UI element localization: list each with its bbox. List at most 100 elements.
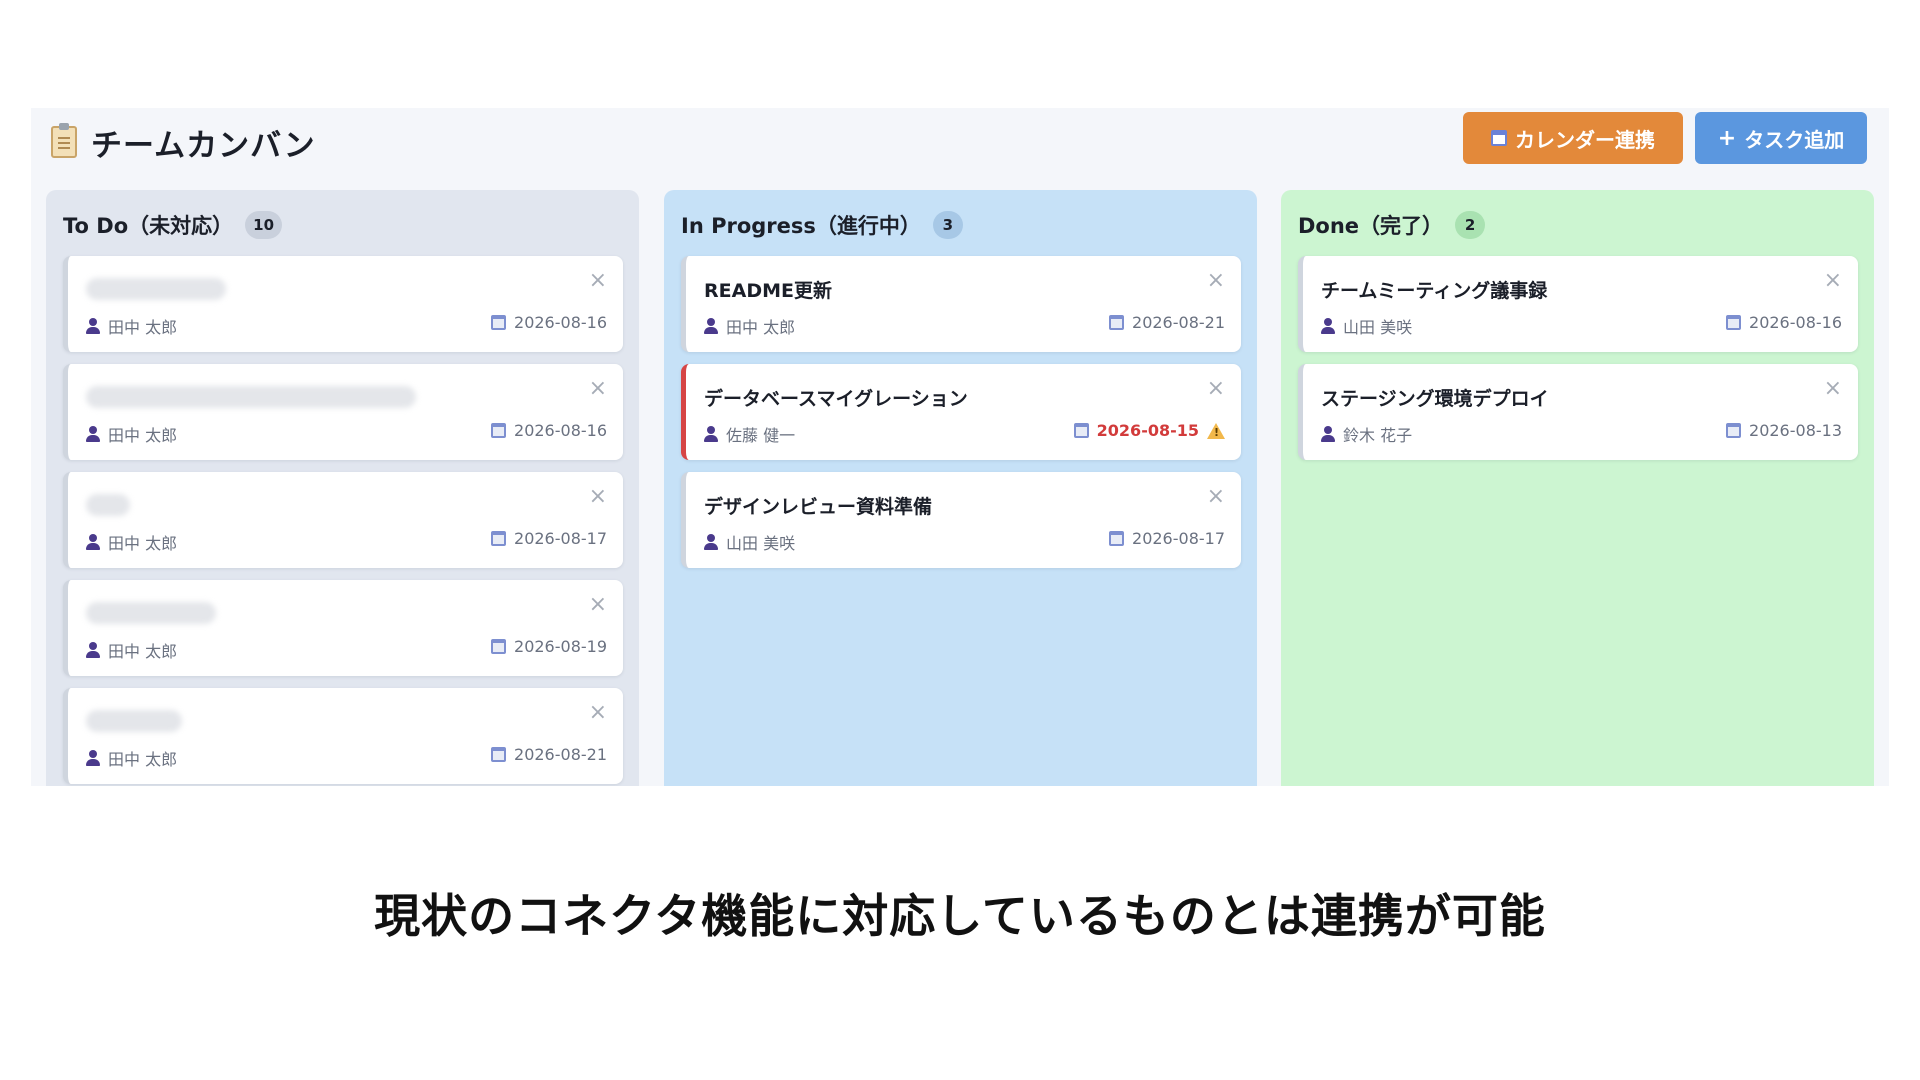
due-date: 2026-08-13 (1726, 421, 1842, 440)
assignee-name: 田中 太郎 (108, 642, 178, 661)
task-title-redacted (86, 494, 130, 516)
due-date: 2026-08-19 (491, 637, 607, 656)
task-card[interactable]: × 田中 太郎 2026-08-16 (63, 256, 623, 352)
due-date: 2026-08-17 (491, 529, 607, 548)
close-icon[interactable]: × (589, 378, 607, 400)
clipboard-icon (51, 123, 77, 158)
task-card[interactable]: README更新 × 田中 太郎 2026-08-21 (681, 256, 1241, 352)
close-icon[interactable]: × (589, 486, 607, 508)
person-icon (86, 642, 100, 658)
close-icon[interactable]: × (589, 702, 607, 724)
assignee-name: 山田 美咲 (726, 534, 796, 553)
assignee: 田中 太郎 (704, 314, 795, 338)
due-date-text: 2026-08-21 (514, 745, 607, 764)
assignee: 田中 太郎 (86, 530, 177, 554)
close-icon[interactable]: × (1824, 270, 1842, 292)
app-title: チームカンバン (51, 122, 316, 164)
column-title: To Do（未対応） (63, 214, 234, 238)
due-date-text: 2026-08-15 (1096, 421, 1199, 440)
kanban-app: チームカンバン カレンダー連携 + タスク追加 To Do（未対応） 10 × … (31, 108, 1889, 786)
due-date-text: 2026-08-19 (514, 637, 607, 656)
add-task-label: タスク追加 (1744, 127, 1845, 152)
assignee-name: 鈴木 花子 (1343, 426, 1413, 445)
task-card[interactable]: × 田中 太郎 2026-08-21 (63, 688, 623, 784)
due-date-text: 2026-08-13 (1749, 421, 1842, 440)
task-card[interactable]: デザインレビュー資料準備 × 山田 美咲 2026-08-17 (681, 472, 1241, 568)
due-date: 2026-08-15 (1073, 421, 1225, 440)
task-title-redacted (86, 386, 416, 408)
calendar-icon (1073, 423, 1089, 438)
assignee-name: 田中 太郎 (108, 534, 178, 553)
due-date: 2026-08-16 (1726, 313, 1842, 332)
task-card[interactable]: チームミーティング議事録 × 山田 美咲 2026-08-16 (1298, 256, 1858, 352)
person-icon (1321, 426, 1335, 442)
due-date-text: 2026-08-16 (1749, 313, 1842, 332)
close-icon[interactable]: × (589, 270, 607, 292)
assignee: 山田 美咲 (1321, 314, 1412, 338)
calendar-icon (491, 315, 507, 330)
column-title: Done（完了） (1298, 214, 1444, 238)
column-count-badge: 10 (245, 211, 283, 239)
assignee: 田中 太郎 (86, 746, 177, 770)
column-title: In Progress（進行中） (681, 214, 921, 238)
add-task-button[interactable]: + タスク追加 (1695, 112, 1867, 164)
page-title: チームカンバン (91, 127, 316, 164)
calendar-icon (491, 639, 507, 654)
task-card[interactable]: ステージング環境デプロイ × 鈴木 花子 2026-08-13 (1298, 364, 1858, 460)
task-title: データベースマイグレーション (704, 388, 968, 410)
due-date: 2026-08-16 (491, 421, 607, 440)
column-done: Done（完了） 2 チームミーティング議事録 × 山田 美咲 2026-08-… (1281, 190, 1874, 786)
assignee: 田中 太郎 (86, 314, 177, 338)
person-icon (86, 534, 100, 550)
close-icon[interactable]: × (1207, 486, 1225, 508)
task-title: デザインレビュー資料準備 (704, 496, 933, 518)
person-icon (86, 426, 100, 442)
column-count-badge: 2 (1455, 211, 1486, 239)
calendar-icon (491, 531, 507, 546)
assignee: 山田 美咲 (704, 530, 795, 554)
person-icon (86, 318, 100, 334)
calendar-icon (1109, 315, 1125, 330)
calendar-sync-label: カレンダー連携 (1515, 127, 1655, 152)
person-icon (86, 750, 100, 766)
app-header: チームカンバン カレンダー連携 + タスク追加 (31, 108, 1889, 190)
close-icon[interactable]: × (589, 594, 607, 616)
task-card[interactable]: × 田中 太郎 2026-08-19 (63, 580, 623, 676)
close-icon[interactable]: × (1207, 378, 1225, 400)
column-in-progress: In Progress（進行中） 3 README更新 × 田中 太郎 2026… (664, 190, 1257, 786)
person-icon (704, 426, 718, 442)
assignee-name: 田中 太郎 (108, 750, 178, 769)
warning-icon (1207, 422, 1225, 439)
calendar-icon (1726, 423, 1742, 438)
assignee: 田中 太郎 (86, 638, 177, 662)
task-card[interactable]: × 田中 太郎 2026-08-17 (63, 472, 623, 568)
due-date-text: 2026-08-17 (514, 529, 607, 548)
task-title: ステージング環境デプロイ (1321, 388, 1549, 410)
assignee-name: 山田 美咲 (1343, 318, 1413, 337)
calendar-icon (1491, 130, 1507, 146)
due-date-text: 2026-08-16 (514, 421, 607, 440)
task-card[interactable]: × 田中 太郎 2026-08-16 (63, 364, 623, 460)
column-header: To Do（未対応） 10 (63, 210, 283, 240)
due-date-text: 2026-08-17 (1132, 529, 1225, 548)
assignee-name: 田中 太郎 (726, 318, 796, 337)
column-header: Done（完了） 2 (1298, 210, 1486, 240)
close-icon[interactable]: × (1207, 270, 1225, 292)
calendar-icon (1726, 315, 1742, 330)
person-icon (704, 318, 718, 334)
assignee-name: 佐藤 健一 (726, 426, 796, 445)
person-icon (704, 534, 718, 550)
assignee: 田中 太郎 (86, 422, 177, 446)
task-title-redacted (86, 278, 226, 300)
task-card-overdue[interactable]: データベースマイグレーション × 佐藤 健一 2026-08-15 (681, 364, 1241, 460)
task-title: README更新 (704, 280, 832, 302)
column-todo: To Do（未対応） 10 × 田中 太郎 2026-08-16 × 田中 太郎… (46, 190, 639, 786)
column-count-badge: 3 (932, 211, 963, 239)
task-title-redacted (86, 602, 216, 624)
calendar-icon (491, 747, 507, 762)
card-list: README更新 × 田中 太郎 2026-08-21 データベースマイグレーシ… (681, 256, 1241, 580)
card-list: チームミーティング議事録 × 山田 美咲 2026-08-16 ステージング環境… (1298, 256, 1858, 472)
calendar-sync-button[interactable]: カレンダー連携 (1463, 112, 1683, 164)
due-date-text: 2026-08-16 (514, 313, 607, 332)
close-icon[interactable]: × (1824, 378, 1842, 400)
